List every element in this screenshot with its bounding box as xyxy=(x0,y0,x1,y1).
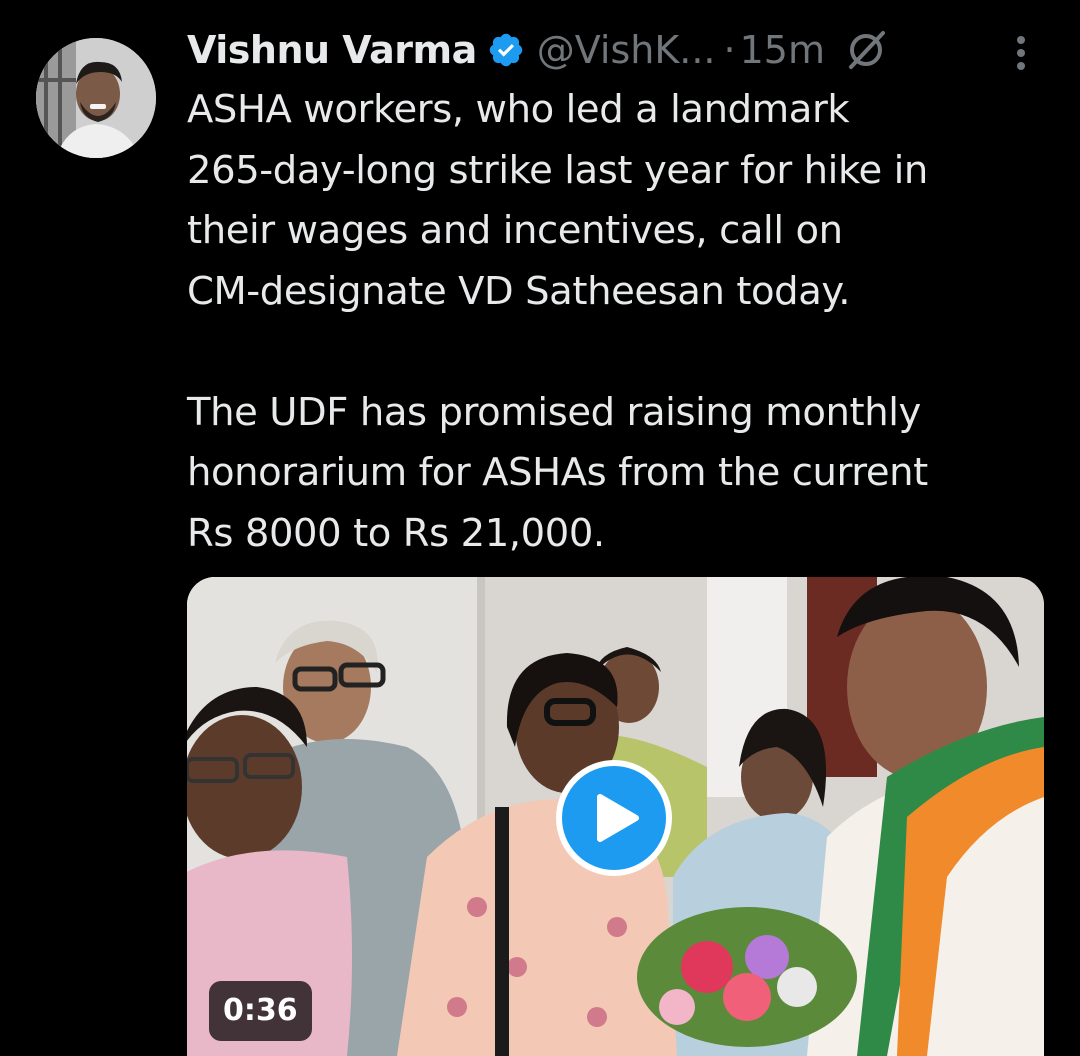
video-duration-badge: 0:36 xyxy=(209,981,312,1041)
author-handle[interactable]: @VishK... xyxy=(537,28,716,72)
tweet-timestamp[interactable]: 15m xyxy=(740,28,825,72)
tweet-text: ASHA workers, who led a landmark 265-day… xyxy=(187,87,928,556)
author-name[interactable]: Vishnu Varma xyxy=(187,28,477,72)
video-player[interactable]: 0:36 xyxy=(187,577,1044,1056)
more-vertical-icon[interactable] xyxy=(1010,34,1032,74)
author-avatar[interactable] xyxy=(36,38,156,158)
play-icon xyxy=(597,794,639,842)
meta-separator: · xyxy=(723,28,736,72)
play-button[interactable] xyxy=(556,760,672,876)
verified-badge-icon xyxy=(487,31,525,69)
grok-icon[interactable] xyxy=(843,27,889,73)
tweet-header: Vishnu Varma @VishK... · 15m xyxy=(187,20,889,80)
